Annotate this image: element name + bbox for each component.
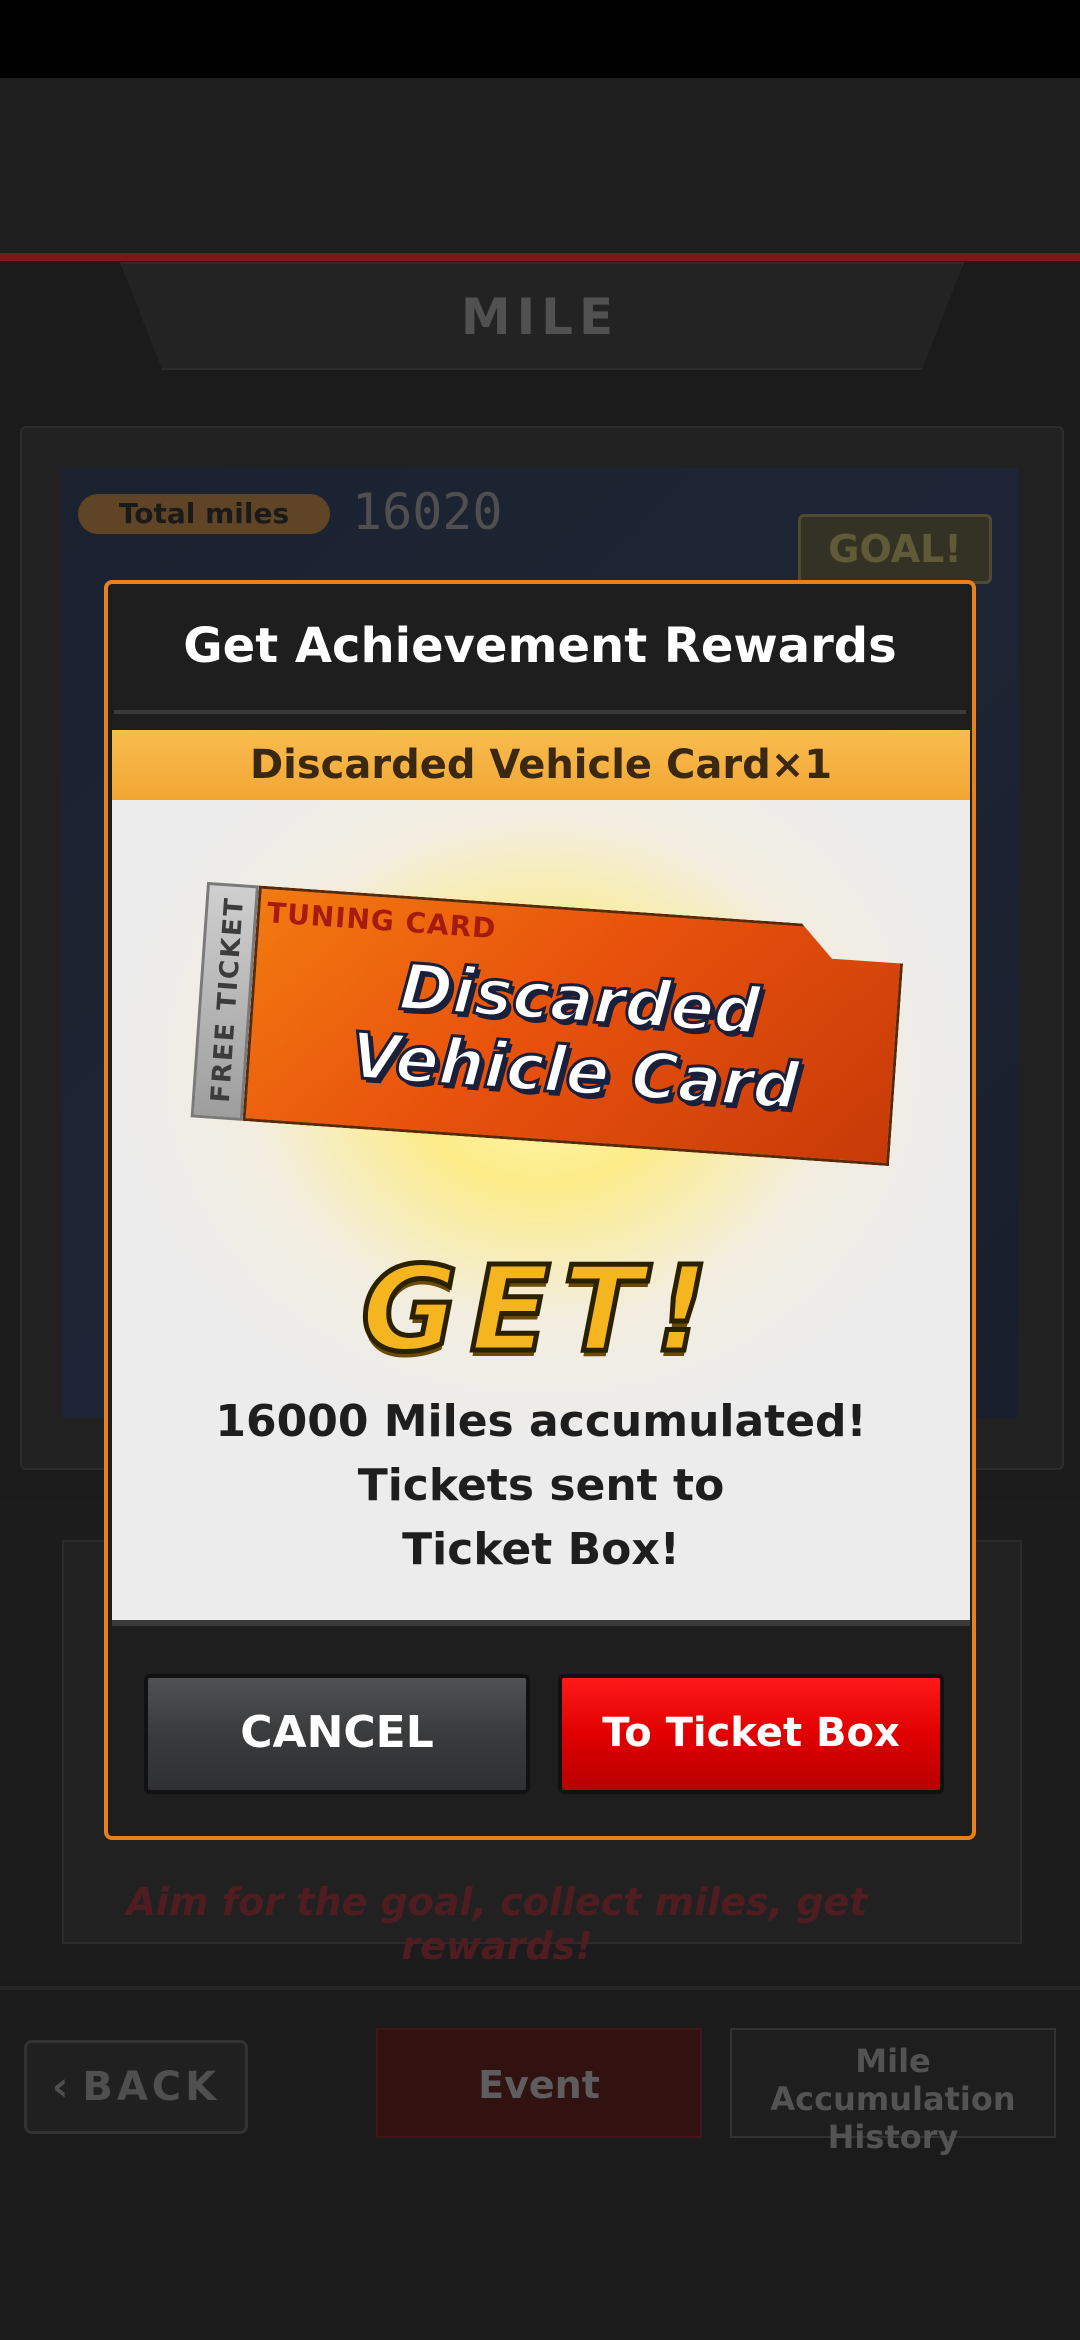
message-line3: Ticket Box!	[402, 1524, 680, 1575]
get-banner: GET!	[359, 1238, 721, 1381]
reward-content: FREE TICKET TUNING CARD Discarded Vehicl…	[112, 800, 970, 1620]
to-ticket-box-button[interactable]: To Ticket Box	[558, 1674, 944, 1794]
ticket-stub-text: FREE TICKET	[205, 895, 251, 1104]
reward-item-label: Discarded Vehicle Card×1	[112, 730, 970, 800]
reward-ticket-card: FREE TICKET TUNING CARD Discarded Vehicl…	[190, 881, 906, 1166]
content-divider	[112, 1620, 970, 1626]
title-divider	[114, 710, 966, 714]
achievement-reward-dialog: Get Achievement Rewards Discarded Vehicl…	[104, 580, 976, 1840]
message-line1: 16000 Miles accumulated!	[215, 1396, 867, 1447]
dialog-title: Get Achievement Rewards	[183, 618, 897, 674]
cancel-button[interactable]: CANCEL	[144, 1674, 530, 1794]
message-line2: Tickets sent to	[357, 1460, 725, 1511]
reward-message: 16000 Miles accumulated! Tickets sent to…	[112, 1390, 970, 1582]
